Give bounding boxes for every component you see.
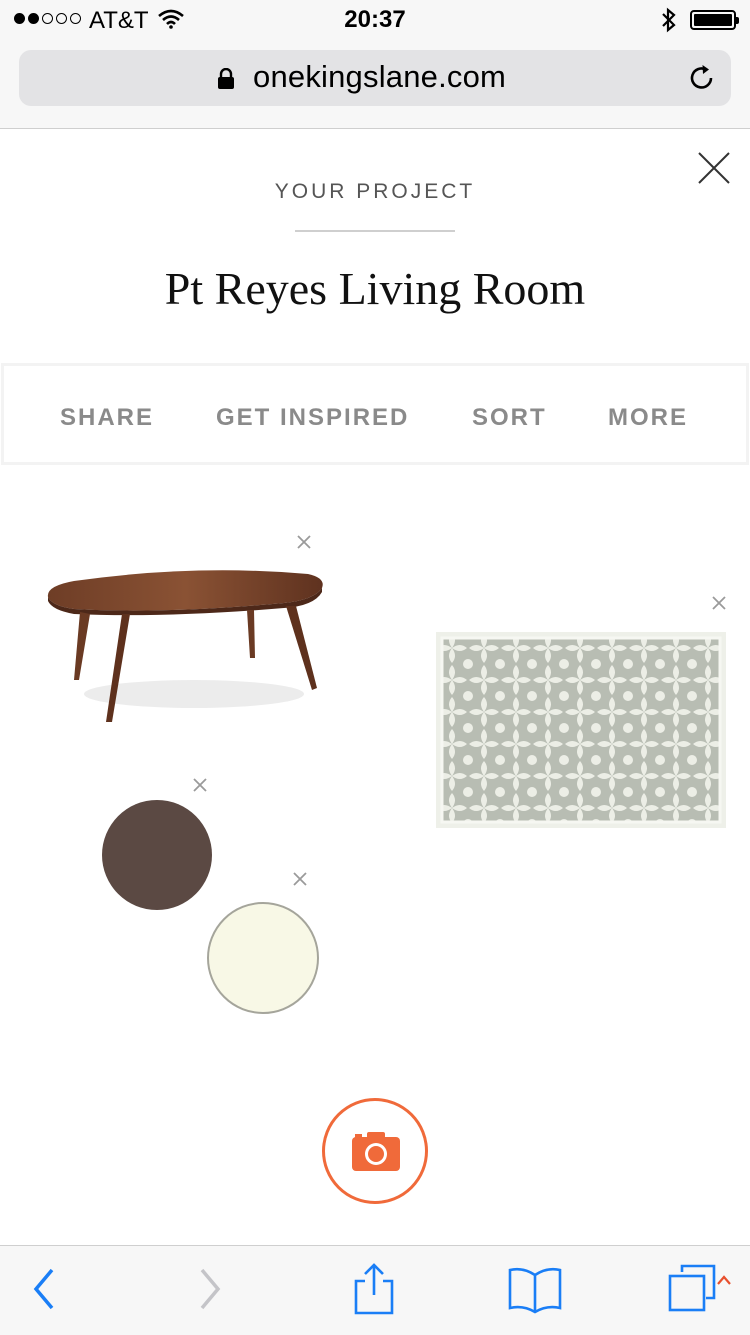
reload-icon[interactable] (687, 63, 717, 93)
battery-icon (690, 10, 739, 30)
paint-swatch-dark-brown[interactable] (102, 800, 212, 910)
remove-item-icon[interactable] (292, 871, 308, 887)
bookmarks-icon[interactable] (507, 1266, 563, 1314)
forward-icon[interactable] (198, 1266, 224, 1312)
browser-toolbar (0, 1245, 750, 1335)
area-rug-image[interactable] (436, 632, 726, 828)
coffee-table-image[interactable] (44, 566, 328, 726)
title-divider (295, 230, 455, 232)
browser-address-area: onekingslane.com (0, 40, 750, 129)
status-time: 20:37 (344, 6, 406, 33)
get-inspired-button[interactable]: GET INSPIRED (216, 404, 409, 432)
status-bar: AT&T 20:37 (0, 0, 750, 40)
lock-icon (218, 68, 234, 89)
paint-swatch-cream[interactable] (207, 902, 319, 1014)
remove-item-icon[interactable] (192, 777, 208, 793)
add-photo-button[interactable] (322, 1098, 428, 1204)
remove-item-icon[interactable] (296, 534, 312, 550)
project-title: Pt Reyes Living Room (164, 263, 586, 314)
url-text[interactable]: onekingslane.com (253, 59, 506, 95)
section-eyebrow: YOUR PROJECT (274, 180, 476, 203)
project-actions-bar: SHARE GET INSPIRED SORT MORE (4, 366, 746, 462)
tabs-icon[interactable] (666, 1262, 736, 1314)
sort-button[interactable]: SORT (472, 404, 547, 432)
remove-item-icon[interactable] (711, 595, 727, 611)
bluetooth-icon (662, 7, 676, 33)
back-icon[interactable] (30, 1266, 56, 1312)
more-button[interactable]: MORE (608, 404, 688, 432)
address-bar[interactable]: onekingslane.com (19, 50, 731, 106)
share-icon[interactable] (353, 1262, 395, 1316)
share-button[interactable]: SHARE (60, 404, 154, 432)
camera-icon (352, 1132, 400, 1171)
